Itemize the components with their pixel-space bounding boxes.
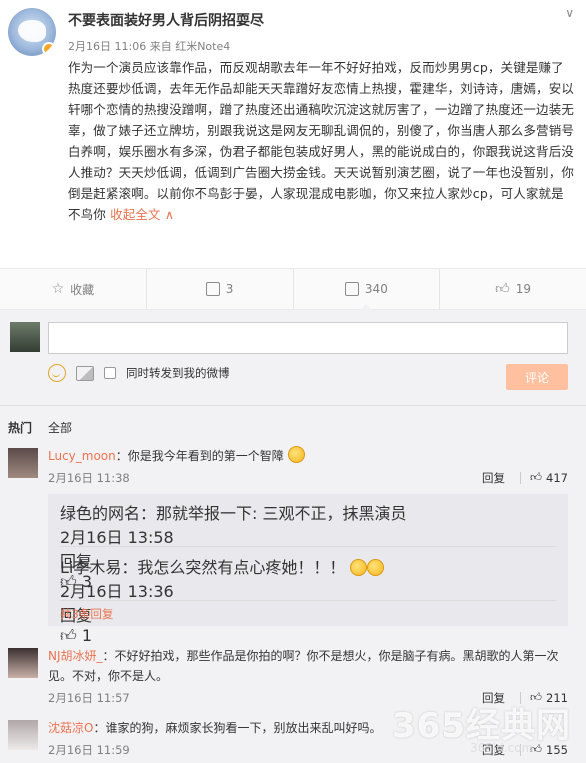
commenter-name[interactable]: Li李木易 <box>60 558 121 577</box>
collapse-label[interactable]: 收起全文 <box>110 207 161 222</box>
comment-like-button[interactable]: 👍︎ 417 <box>530 470 568 485</box>
avatar-angel-image <box>18 20 46 42</box>
tab-all[interactable]: 全部 <box>48 419 72 436</box>
comment-text: NJ胡冰妍_：不好好拍戏，那些作品是你拍的啊？你不是想火，你是脑子有病。黑胡歌的… <box>48 646 568 686</box>
star-icon: ☆ <box>51 281 65 297</box>
commenter-avatar[interactable] <box>8 448 38 478</box>
thumbs-up-icon: 👍︎ <box>495 281 510 297</box>
like-count: 19 <box>515 282 532 296</box>
commenter-name[interactable]: Lucy_moon <box>48 449 116 463</box>
comment-body: ：我怎么突然有点心疼她！！！ <box>121 558 346 577</box>
poster-username[interactable]: 不要表面装好男人背后阴招耍尽 <box>68 10 264 30</box>
favorite-label: 收藏 <box>70 282 95 297</box>
chevron-up-icon[interactable]: ∧ <box>165 207 174 222</box>
weibo-post: 不要表面装好男人背后阴招耍尽 ∨ 2月16日 11:06 来自 红米Note4 … <box>0 0 586 268</box>
forward-count: 3 <box>225 282 234 296</box>
smile-emoji-icon <box>287 446 305 463</box>
comment-body: ：你是我今年看到的第一个智障 <box>115 449 284 463</box>
more-replies-link[interactable]: 共3条回复 <box>60 606 113 622</box>
thumbs-up-icon: 👍︎ <box>530 470 543 484</box>
comment-like-count: 417 <box>546 470 568 485</box>
verified-badge-icon <box>42 42 56 56</box>
comment-body: ：谁家的狗，麻烦家长狗看一下，别放出来乱叫好吗。 <box>93 721 382 735</box>
forward-icon <box>205 282 220 296</box>
cat-emoji-icon <box>350 559 368 576</box>
comment-button[interactable]: 340 <box>294 269 441 310</box>
comment-time: 2月16日 11:59 <box>48 743 130 757</box>
current-user-avatar[interactable] <box>10 322 40 352</box>
commenter-name[interactable]: NJ胡冰妍_ <box>48 649 103 663</box>
post-action-bar: ☆ 收藏 3 340 👍︎ 19 <box>0 268 586 310</box>
divider <box>0 405 586 406</box>
tab-hot[interactable]: 热门 <box>8 419 32 436</box>
post-time[interactable]: 2月16日 11:06 <box>68 40 146 53</box>
collapse-link[interactable]: 收起全文 ∧ <box>110 207 174 222</box>
sub-reply-panel: 绿色的网名：那就举报一下: 三观不正，抹黑演员 2月16日 13:58 回复 👍… <box>48 494 568 645</box>
watermark: 365经典网 <box>392 706 571 746</box>
comment-body: ：不好好拍戏，那些作品是你拍的啊？你不是想火，你是脑子有病。黑胡歌的人第一次见。… <box>48 649 559 683</box>
divider <box>60 546 556 547</box>
forward-checkbox[interactable] <box>104 367 116 379</box>
divider <box>520 472 521 484</box>
watermark-url: 365jd.com <box>470 741 534 755</box>
cat-emoji-icon <box>367 559 385 576</box>
like-button[interactable]: 👍︎ 19 <box>440 269 586 309</box>
comment-time: 2月16日 11:38 <box>48 471 130 485</box>
comment-text: Li李木易：我怎么突然有点心疼她！！！ <box>60 554 556 578</box>
image-icon[interactable] <box>76 365 94 381</box>
commenter-avatar[interactable] <box>8 648 38 678</box>
comment-panel: 同时转发到我的微博 评论 热门 全部 Lucy_moon：你是我今年看到的第一个… <box>0 310 586 763</box>
comment-body: ：那就举报一下: 三观不正，抹黑演员 <box>140 504 407 523</box>
reply-button[interactable]: 回复 <box>60 602 556 626</box>
comment-time: 2月16日 13:36 <box>60 582 174 601</box>
comment-icon <box>344 282 359 296</box>
poster-avatar[interactable] <box>8 8 56 56</box>
post-source-prefix: 来自 <box>149 40 172 53</box>
reply-button[interactable]: 回复 <box>482 470 505 486</box>
comment-text: Lucy_moon：你是我今年看到的第一个智障 <box>48 446 568 466</box>
emoji-icon[interactable] <box>48 364 66 382</box>
comment-text: 绿色的网名：那就举报一下: 三观不正，抹黑演员 <box>60 500 556 524</box>
comment-time: 2月16日 13:58 <box>60 528 174 547</box>
forward-button[interactable]: 3 <box>147 269 294 309</box>
comment-time: 2月16日 11:57 <box>48 691 130 705</box>
thumbs-up-icon: 👍︎ <box>60 626 77 645</box>
chevron-down-icon[interactable]: ∨ <box>565 6 574 20</box>
comment-tabs: 热门 全部 <box>8 419 72 436</box>
favorite-button[interactable]: ☆ 收藏 <box>0 269 147 309</box>
comment-count: 340 <box>364 282 388 296</box>
submit-comment-button[interactable]: 评论 <box>506 364 568 390</box>
post-body: 作为一个演员应该靠作品，而反观胡歌去年一年不好好拍戏，反而炒男男cp，关键是赚了… <box>68 57 574 225</box>
post-meta: 2月16日 11:06 来自 红米Note4 <box>68 38 230 54</box>
comment-like-count: 1 <box>81 626 93 645</box>
comment-input[interactable] <box>48 322 568 354</box>
divider <box>60 600 556 601</box>
commenter-avatar[interactable] <box>8 720 38 750</box>
commenter-name[interactable]: 沈菇凉O <box>48 721 93 735</box>
comment-like-button[interactable]: 👍︎ 1 <box>60 626 556 646</box>
forward-checkbox-label: 同时转发到我的微博 <box>126 366 230 380</box>
commenter-name[interactable]: 绿色的网名 <box>60 504 140 523</box>
post-source[interactable]: 红米Note4 <box>175 40 230 53</box>
composer-toolbar: 同时转发到我的微博 <box>48 362 230 384</box>
post-body-text: 作为一个演员应该靠作品，而反观胡歌去年一年不好好拍戏，反而炒男男cp，关键是赚了… <box>68 60 575 222</box>
